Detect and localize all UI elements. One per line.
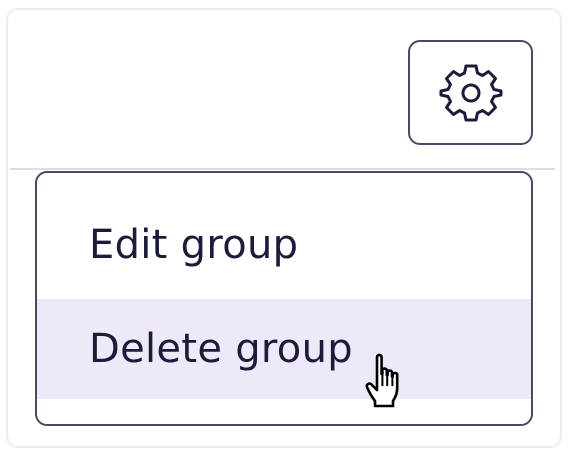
header-divider [10, 168, 555, 170]
edit-group-menu-item[interactable]: Edit group [37, 195, 531, 295]
edit-group-label: Edit group [89, 222, 299, 268]
group-actions-menu: Edit group Delete group [35, 171, 533, 426]
gear-icon [439, 64, 502, 121]
delete-group-menu-item[interactable]: Delete group [37, 299, 531, 399]
group-settings-button[interactable] [408, 40, 533, 145]
delete-group-label: Delete group [89, 326, 353, 372]
